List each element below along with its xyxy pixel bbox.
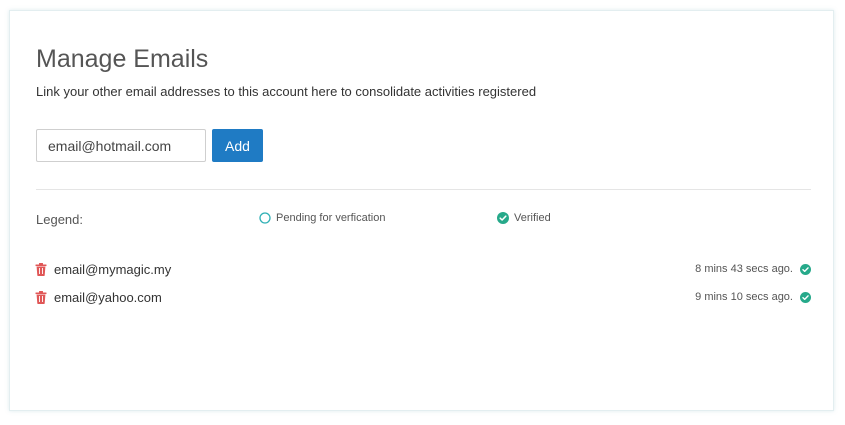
legend-pending-label: Pending for verfication xyxy=(276,212,386,224)
check-circle-icon xyxy=(800,291,811,303)
circle-outline-icon xyxy=(259,212,271,224)
legend-label: Legend: xyxy=(36,212,83,227)
page-subtitle: Link your other email addresses to this … xyxy=(36,84,537,99)
legend-verified-label: Verified xyxy=(514,212,551,224)
divider xyxy=(36,189,811,190)
email-input[interactable] xyxy=(36,129,206,162)
add-email-button[interactable]: Add xyxy=(212,129,263,162)
email-address: email@mymagic.my xyxy=(54,261,172,277)
email-timestamp: 8 mins 43 secs ago. xyxy=(695,263,793,275)
legend-pending: Pending for verfication xyxy=(259,212,385,224)
email-row: email@yahoo.com 9 mins 10 secs ago. xyxy=(35,288,811,306)
email-timestamp: 9 mins 10 secs ago. xyxy=(695,291,793,303)
check-circle-icon xyxy=(800,263,811,275)
check-circle-icon xyxy=(497,212,509,224)
legend-verified: Verified xyxy=(497,212,551,224)
email-row: email@mymagic.my 8 mins 43 secs ago. xyxy=(35,260,811,278)
trash-icon[interactable] xyxy=(35,262,47,276)
trash-icon[interactable] xyxy=(35,290,47,304)
page-title: Manage Emails xyxy=(36,45,209,73)
manage-emails-card: Manage Emails Link your other email addr… xyxy=(9,10,834,411)
email-address: email@yahoo.com xyxy=(54,289,162,305)
